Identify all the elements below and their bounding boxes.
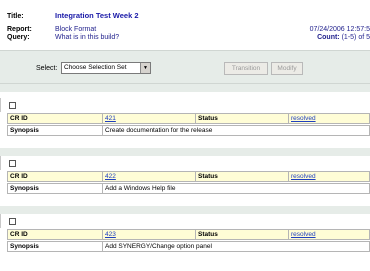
status-link[interactable]: resolved [291,115,316,122]
report-row: Report: Block Format [7,26,96,33]
report-format: Block Format [55,26,97,33]
synopsis-label: Synopsis [8,242,103,251]
record-id-row: CR ID 423 Status resolved [7,229,370,240]
record-checkbox[interactable] [9,160,16,167]
record-id-row: CR ID 422 Status resolved [7,171,370,182]
record-select-row [0,98,370,112]
crid-link[interactable]: 421 [105,115,116,122]
selection-set-dropdown[interactable]: Choose Selection Set ▼ [61,62,151,74]
section-gap [0,148,370,156]
status-label: Status [196,172,289,181]
count-label: Count: [317,34,340,41]
title-label: Title: [7,13,24,20]
status-value-cell: resolved [289,230,370,239]
title-row: Title: Integration Test Week 2 [7,11,139,20]
record-id-row: CR ID 421 Status resolved [7,113,370,124]
cr-record: CR ID 422 Status resolved Synopsis Add a… [0,156,370,213]
synopsis-label: Synopsis [8,184,103,193]
query-row: Query: What is in this build? [7,34,119,41]
section-gap [0,206,370,214]
status-link[interactable]: resolved [291,173,316,180]
report-title: Integration Test Week 2 [55,11,139,20]
record-checkbox[interactable] [9,218,16,225]
synopsis-value: Add SYNERGY/Change option panel [105,243,212,250]
crid-value-cell: 423 [103,230,196,239]
status-link[interactable]: resolved [291,231,316,238]
cr-record: CR ID 421 Status resolved Synopsis Creat… [0,98,370,155]
select-label: Select: [36,65,58,72]
report-datetime: 07/24/2006 12:57:5 [309,26,370,33]
query-label: Query: [7,34,30,41]
section-gap [0,84,370,92]
report-label: Report: [7,26,32,33]
crid-label: CR ID [8,114,103,123]
cr-record: CR ID 423 Status resolved Synopsis Add S… [0,214,370,271]
crid-value-cell: 422 [103,172,196,181]
synopsis-label: Synopsis [8,126,103,135]
selection-set-value: Choose Selection Set [64,64,127,71]
status-label: Status [196,114,289,123]
record-synopsis-row: Synopsis Add a Windows Help file [7,183,370,194]
record-select-row [0,156,370,170]
record-checkbox[interactable] [9,102,16,109]
record-select-row [0,214,370,228]
synopsis-value: Create documentation for the release [105,127,213,134]
crid-link[interactable]: 422 [105,173,116,180]
selection-toolbar: Select: Choose Selection Set ▼ Transitio… [0,50,370,84]
crid-label: CR ID [8,230,103,239]
record-synopsis-row: Synopsis Add SYNERGY/Change option panel [7,241,370,252]
record-synopsis-row: Synopsis Create documentation for the re… [7,125,370,136]
status-value-cell: resolved [289,172,370,181]
crid-value-cell: 421 [103,114,196,123]
count-row: Count: (1-5) of 5 [317,34,370,41]
query-name: What is in this build? [55,34,120,41]
status-label: Status [196,230,289,239]
count-value: (1-5) of 5 [341,34,370,41]
crid-label: CR ID [8,172,103,181]
modify-button[interactable]: Modify [271,62,303,75]
crid-link[interactable]: 423 [105,231,116,238]
dropdown-arrow-icon[interactable]: ▼ [140,63,150,73]
synopsis-value: Add a Windows Help file [105,185,176,192]
transition-button[interactable]: Transition [224,62,268,75]
status-value-cell: resolved [289,114,370,123]
